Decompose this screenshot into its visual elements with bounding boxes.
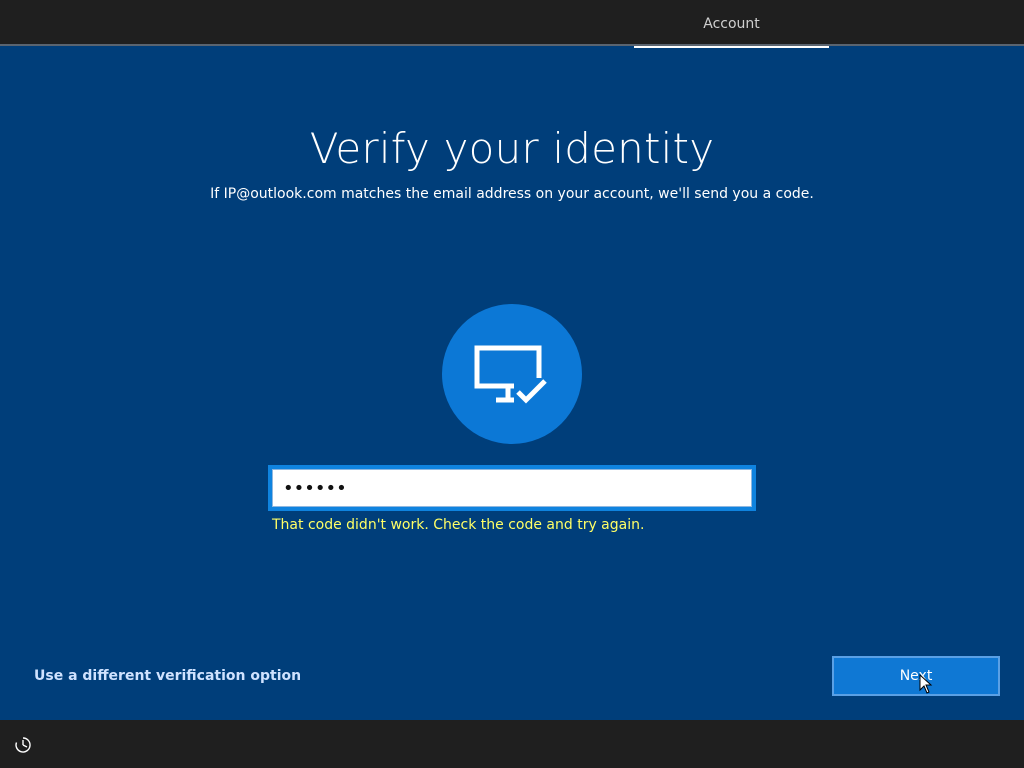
bottom-bar	[0, 720, 1024, 768]
different-verification-option-link[interactable]: Use a different verification option	[34, 668, 301, 684]
page-title: Verify your identity	[309, 124, 715, 173]
ease-of-access-icon[interactable]	[14, 736, 32, 754]
pc-check-icon	[474, 345, 548, 406]
mouse-pointer-icon	[919, 674, 933, 694]
hero-icon-circle	[442, 304, 582, 444]
main-content: Verify your identity If IP@outlook.com m…	[0, 48, 1024, 720]
code-input[interactable]	[272, 469, 752, 507]
page-subtitle: If IP@outlook.com matches the email addr…	[210, 186, 814, 202]
top-bar: Account	[0, 0, 1024, 48]
error-message: That code didn't work. Check the code an…	[272, 517, 645, 533]
step-tab-account: Account	[634, 0, 829, 48]
code-input-frame	[268, 465, 756, 511]
next-button[interactable]: Next	[832, 656, 1000, 696]
